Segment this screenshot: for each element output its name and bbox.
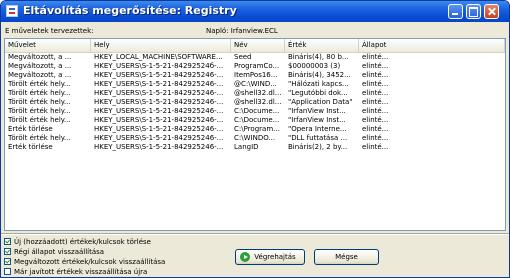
log-file-label: Napló: Irfanview.ECL [206, 27, 278, 35]
cell-action: Törölt érték hely... [8, 107, 71, 115]
cell-value: "Opera Interne... [288, 125, 347, 133]
table-row[interactable]: Megváltozott, a ... HKEY_USERS\S-1-5-21-8… [5, 71, 505, 80]
table-row[interactable]: Érték törlése HKEY_USERS\S-1-5-21-8429252… [5, 125, 505, 134]
cell-value: "IrfanView Inst... [288, 107, 346, 115]
cell-value: "Application Data" [288, 98, 353, 106]
cell-action: Törölt érték hely... [8, 80, 71, 88]
cell-status: elinté... [362, 80, 389, 88]
cell-name: @shell32.dl... [234, 98, 282, 106]
table-row[interactable]: Törölt érték hely... HKEY_USERS\S-1-5-21-… [5, 134, 505, 143]
cell-name: LangID [234, 143, 259, 151]
confirm-removal-window: Eltávolítás megerősítése: Registry E műv… [0, 0, 510, 278]
cell-name: @shell32.dl... [234, 89, 282, 97]
title-bar[interactable]: Eltávolítás megerősítése: Registry [1, 1, 509, 22]
option-label: Már javított értékek visszaállítása újra [14, 268, 148, 276]
operations-list[interactable]: Művelet Hely Név Érték Állapot Megváltoz… [4, 38, 506, 231]
cell-status: elinté... [362, 53, 389, 61]
cell-value: Bináris(2), 2 by... [288, 143, 348, 151]
execute-button[interactable]: Végrehajtás [235, 249, 305, 265]
cell-location: HKEY_USERS\S-1-5-21-842925246-... [94, 98, 224, 106]
cell-status: elinté... [362, 134, 389, 142]
cell-action: Törölt érték hely... [8, 89, 71, 97]
option-label: Új (hozzáadott) értékek/kulcsok törlése [14, 238, 151, 246]
cell-location: HKEY_LOCAL_MACHINE\SOFTWARE... [94, 53, 223, 61]
option-checkbox[interactable] [4, 248, 11, 255]
cell-location: HKEY_USERS\S-1-5-21-84292524б-... [94, 62, 224, 70]
cell-location: HKEY_USERS\S-1-5-21-842925246-... [94, 143, 224, 151]
cell-location: HKEY_USERS\S-1-5-21-842925246-... [94, 125, 224, 133]
option-label: Régi állapot visszaállítása [14, 248, 105, 256]
table-row[interactable]: Megváltozott, a ... HKEY_LOCAL_MACHINE\SO… [5, 53, 505, 62]
cell-location: HKEY_USERS\S-1-5-21-842925246-... [94, 134, 224, 142]
cell-location: HKEY_USERS\S-1-5-21-842925246-... [94, 89, 224, 97]
window-title: Eltávolítás megerősítése: Registry [23, 4, 237, 17]
cell-location: HKEY_USERS\S-1-5-21-842925246-... [94, 116, 224, 124]
cell-status: elinté... [362, 125, 389, 133]
cell-name: @C:\WIND... [234, 80, 277, 88]
cell-action: Megváltozott, a ... [8, 71, 72, 79]
cell-name: C:\Docume... [234, 116, 280, 124]
cell-name: C:\Docume... [234, 107, 280, 115]
planned-operations-label: E műveletek tervezettek: [5, 27, 94, 35]
cell-status: elinté... [362, 107, 389, 115]
cell-value: "DLL futtatása ... [288, 134, 348, 142]
cell-name: C:\WINDO... [234, 134, 276, 142]
table-row[interactable]: Törölt érték hely... HKEY_USERS\S-1-5-21-… [5, 98, 505, 107]
column-header-status[interactable]: Állapot [359, 39, 505, 52]
close-button[interactable] [484, 4, 499, 19]
cell-action: Törölt érték hely... [8, 134, 71, 142]
cancel-button[interactable]: Mégse [314, 249, 379, 265]
table-row[interactable]: Megváltozott, a ... HKEY_USERS\S-1-5-21-8… [5, 62, 505, 71]
cell-action: Törölt érték hely... [8, 98, 71, 106]
option-checkbox[interactable] [4, 258, 11, 265]
option-checkbox[interactable] [4, 238, 11, 245]
cell-name: ItemPos16... [234, 71, 278, 79]
maximize-button[interactable] [466, 4, 481, 19]
table-row[interactable]: Törölt érték hely... HKEY_USERS\S-1-5-21-… [5, 89, 505, 98]
cell-value: "Hálózati kapcs... [288, 80, 349, 88]
cell-status: elinté... [362, 71, 389, 79]
cell-location: HKEY_USERS\S-1-5-21-842925246-... [94, 107, 224, 115]
divider-highlight [1, 234, 509, 235]
cell-action: Érték törlése [8, 143, 53, 151]
cell-action: Törölt érték hely... [8, 116, 71, 124]
list-header: Művelet Hely Név Érték Állapot [5, 39, 505, 53]
cell-action: Megváltozott, a ... [8, 62, 72, 70]
table-row[interactable]: Törölt érték hely... HKEY_USERS\S-1-5-21-… [5, 107, 505, 116]
cell-value: "Legutóbbi dok... [288, 89, 348, 97]
cell-action: Megváltozott, a ... [8, 53, 72, 61]
cell-value: $00000003 (3) [288, 62, 341, 70]
cell-action: Érték törlése [8, 125, 53, 133]
cell-location: HKEY_USERS\S-1-5-21-842925246-... [94, 71, 224, 79]
registry-app-icon [6, 5, 18, 17]
table-row[interactable]: Érték törlése HKEY_USERS\S-1-5-21-8429252… [5, 143, 505, 152]
execute-button-label: Végrehajtás [254, 253, 296, 261]
option-label: Megváltozott értékek/kulcsok visszaállít… [14, 258, 166, 266]
cell-name: Seed [234, 53, 252, 61]
cell-name: ProgramCo... [234, 62, 280, 70]
cell-status: elinté... [362, 143, 389, 151]
cancel-button-label: Mégse [335, 253, 358, 261]
cell-status: elinté... [362, 98, 389, 106]
cell-status: elinté... [362, 62, 389, 70]
column-header-name[interactable]: Név [231, 39, 285, 52]
column-header-action[interactable]: Művelet [5, 39, 91, 52]
cell-status: elinté... [362, 116, 389, 124]
minimize-button[interactable] [448, 4, 463, 19]
table-row[interactable]: Törölt érték hely... HKEY_USERS\S-1-5-21-… [5, 116, 505, 125]
cell-name: C:\Program... [234, 125, 280, 133]
cell-value: Bináris(4), 3452... [288, 71, 351, 79]
table-row[interactable]: Törölt érték hely... HKEY_USERS\S-1-5-21-… [5, 80, 505, 89]
cell-value: "IrfanView Inst... [288, 116, 346, 124]
option-checkbox[interactable] [4, 268, 11, 275]
column-header-location[interactable]: Hely [91, 39, 231, 52]
cell-value: Bináris(4), 80 b... [288, 53, 349, 61]
cell-status: elinté... [362, 89, 389, 97]
column-header-value[interactable]: Érték [285, 39, 359, 52]
cell-location: HKEY_USERS\S-1-5-21-842925246-... [94, 80, 224, 88]
